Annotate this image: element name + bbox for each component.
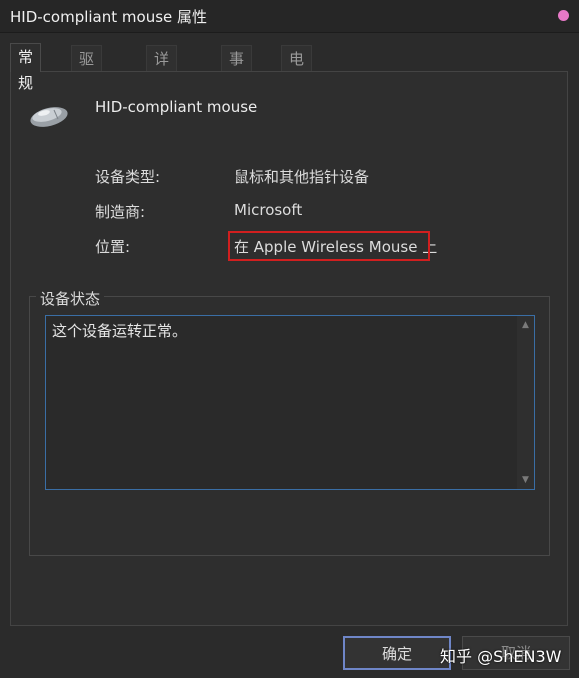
window-title: HID-compliant mouse 属性 [10,8,208,26]
tab-power-management[interactable]: 电源管理 [281,45,313,146]
device-type-value: 鼠标和其他指针设备 [234,168,370,186]
device-name: HID-compliant mouse [95,98,258,116]
device-status-text: 这个设备运转正常。 [52,322,188,340]
device-status-title: 设备状态 [36,288,105,309]
title-bar: HID-compliant mouse 属性 [0,0,579,33]
tab-details[interactable]: 详细信息 [146,45,178,146]
scroll-up-icon[interactable]: ▲ [517,316,534,334]
ok-button[interactable]: 确定 [343,636,451,670]
close-icon[interactable] [558,10,569,21]
device-type-label: 设备类型: [95,168,161,186]
mouse-icon [28,104,70,134]
status-scrollbar[interactable]: ▲ ▼ [517,316,534,489]
manufacturer-label: 制造商: [95,203,146,221]
location-label: 位置: [95,238,131,256]
tab-general[interactable]: 常规 [10,43,42,92]
manufacturer-value: Microsoft [234,201,303,219]
tab-driver[interactable]: 驱动程序 [71,45,103,146]
watermark: 知乎 @ShEN3W [440,647,562,666]
tab-events[interactable]: 事件 [221,45,253,94]
scroll-down-icon[interactable]: ▼ [517,471,534,489]
location-highlight-box [228,231,430,261]
device-status-textbox[interactable]: 这个设备运转正常。 ▲ ▼ [45,315,535,490]
